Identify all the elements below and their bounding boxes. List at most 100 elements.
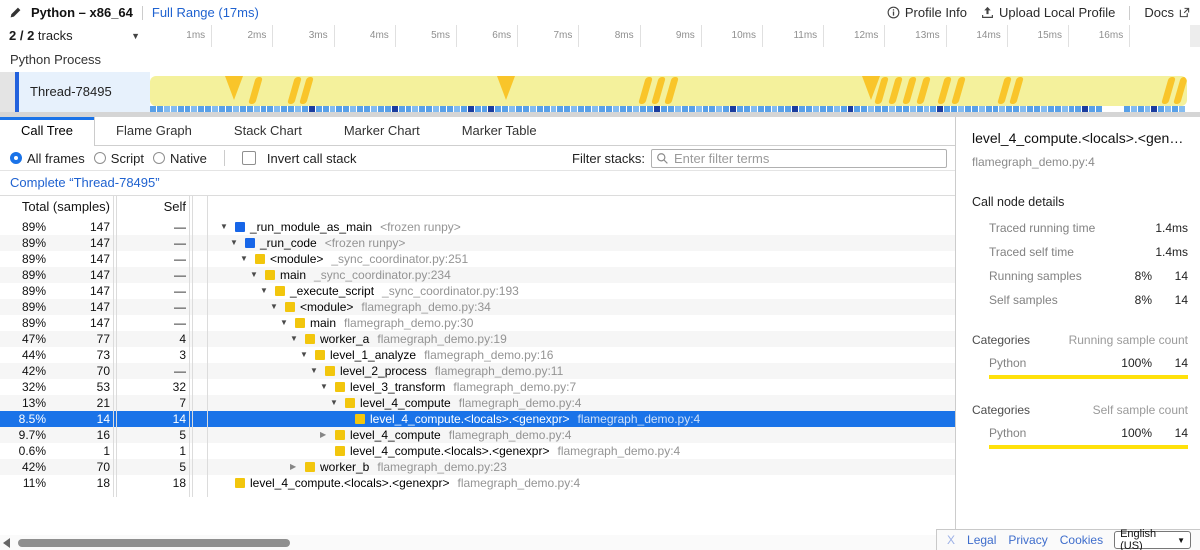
expander-open-icon[interactable]: ▼ xyxy=(220,219,235,235)
full-range-link[interactable]: Full Range (17ms) xyxy=(152,5,259,20)
category-python-icon xyxy=(335,430,345,440)
ruler-tick-label: 5ms xyxy=(150,25,450,47)
call-tree-row[interactable]: 42%70—▼level_2_processflamegraph_demo.py… xyxy=(0,363,955,379)
category-python-icon xyxy=(335,446,345,456)
tab-flame-graph[interactable]: Flame Graph xyxy=(95,117,213,145)
marker-slash-icon[interactable] xyxy=(651,77,666,104)
tab-marker-table[interactable]: Marker Table xyxy=(441,117,558,145)
call-tree-row[interactable]: 89%147—▼mainflamegraph_demo.py:30 xyxy=(0,315,955,331)
column-header-total[interactable]: Total (samples) xyxy=(0,196,110,218)
marker-slash-icon[interactable] xyxy=(916,77,931,104)
tracks-dropdown[interactable]: 2 / 2 tracks ▼ xyxy=(0,25,150,47)
ruler-tick-label: 16ms xyxy=(150,25,1123,47)
footer-link-legal[interactable]: Legal xyxy=(967,533,996,547)
call-tree-row[interactable]: 44%733▼level_1_analyzeflamegraph_demo.py… xyxy=(0,347,955,363)
expander-open-icon[interactable]: ▼ xyxy=(260,283,275,299)
marker-slash-icon[interactable] xyxy=(888,77,903,104)
thread-track: Thread-78495 xyxy=(0,72,1200,117)
chevron-down-icon: ▼ xyxy=(131,25,140,47)
tab-stack-chart[interactable]: Stack Chart xyxy=(213,117,323,145)
panel-tabbar: Call TreeFlame GraphStack ChartMarker Ch… xyxy=(0,117,955,146)
radio-label[interactable]: All frames xyxy=(27,151,85,166)
scroll-left-arrow-icon[interactable] xyxy=(3,538,10,548)
edit-pencil-icon[interactable] xyxy=(9,6,22,19)
sidebar-detail-row: Traced running time1.4ms xyxy=(989,219,1188,237)
radio-label[interactable]: Native xyxy=(170,151,207,166)
marker-slash-icon[interactable] xyxy=(1173,77,1187,104)
footer-link-cookies[interactable]: Cookies xyxy=(1060,533,1103,547)
chevron-down-icon: ▼ xyxy=(1177,536,1185,545)
invert-call-stack-label[interactable]: Invert call stack xyxy=(267,151,357,166)
thread-track-label[interactable]: Thread-78495 xyxy=(19,72,150,112)
expander-open-icon[interactable]: ▼ xyxy=(290,331,305,347)
call-tree-row[interactable]: 89%147—▼main_sync_coordinator.py:234 xyxy=(0,267,955,283)
filter-stacks-label: Filter stacks: xyxy=(572,151,645,166)
expander-open-icon[interactable]: ▼ xyxy=(300,347,315,363)
marker-slash-icon[interactable] xyxy=(902,77,917,104)
timeline-ruler[interactable]: 1ms2ms3ms4ms5ms6ms7ms8ms9ms10ms11ms12ms1… xyxy=(150,25,1190,47)
expander-open-icon[interactable]: ▼ xyxy=(250,267,265,283)
call-node-sidebar: level_4_compute.<locals>.<genexpr> flame… xyxy=(955,117,1200,550)
expander-open-icon[interactable]: ▼ xyxy=(280,315,295,331)
category-python-icon xyxy=(315,350,325,360)
thread-activity-graph[interactable] xyxy=(150,72,1190,112)
expander-open-icon[interactable]: ▼ xyxy=(240,251,255,267)
radio-label[interactable]: Script xyxy=(111,151,144,166)
divider xyxy=(1129,6,1130,20)
upload-profile-button[interactable]: Upload Local Profile xyxy=(981,5,1115,20)
call-tree-row[interactable]: 42%705▶worker_bflamegraph_demo.py:23 xyxy=(0,459,955,475)
column-header-self[interactable]: Self xyxy=(117,196,186,218)
call-tree-row[interactable]: 11%1818level_4_compute.<locals>.<genexpr… xyxy=(0,475,955,491)
marker-slash-icon[interactable] xyxy=(299,77,314,104)
breadcrumb: Complete “Thread-78495” xyxy=(0,171,955,196)
tab-call-tree[interactable]: Call Tree xyxy=(0,117,95,146)
expander-open-icon[interactable]: ▼ xyxy=(310,363,325,379)
breadcrumb-link[interactable]: Complete “Thread-78495” xyxy=(0,175,160,190)
call-tree-row[interactable]: 0.6%11level_4_compute.<locals>.<genexpr>… xyxy=(0,443,955,459)
expander-open-icon[interactable]: ▼ xyxy=(230,235,245,251)
docs-link[interactable]: Docs xyxy=(1144,5,1190,20)
info-icon xyxy=(887,6,900,19)
ruler-tick-label: 13ms xyxy=(150,25,940,47)
call-tree-row[interactable]: 13%217▼level_4_computeflamegraph_demo.py… xyxy=(0,395,955,411)
expander-closed-icon[interactable]: ▶ xyxy=(290,459,305,475)
call-tree-row[interactable]: 47%774▼worker_aflamegraph_demo.py:19 xyxy=(0,331,955,347)
call-tree-row[interactable]: 9.7%165▶level_4_computeflamegraph_demo.p… xyxy=(0,427,955,443)
invert-call-stack-checkbox[interactable] xyxy=(242,151,256,165)
profile-info-button[interactable]: Profile Info xyxy=(887,5,967,20)
radio-script[interactable] xyxy=(94,152,106,164)
call-tree-row[interactable]: 89%147—▼_run_module_as_main<frozen runpy… xyxy=(0,219,955,235)
footer-link-privacy[interactable]: Privacy xyxy=(1008,533,1047,547)
radio-native[interactable] xyxy=(153,152,165,164)
marker-triangle-icon[interactable] xyxy=(497,76,515,100)
filter-stacks-input[interactable] xyxy=(651,149,947,168)
call-tree-row[interactable]: 89%147—▼_run_code<frozen runpy> xyxy=(0,235,955,251)
radio-all-frames[interactable] xyxy=(10,152,22,164)
call-tree-row[interactable]: 89%147—▼<module>_sync_coordinator.py:251 xyxy=(0,251,955,267)
expander-open-icon[interactable]: ▼ xyxy=(270,299,285,315)
call-tree-row[interactable]: 89%147—▼<module>flamegraph_demo.py:34 xyxy=(0,299,955,315)
process-track[interactable]: Python Process xyxy=(0,47,1200,73)
scrollbar-thumb[interactable] xyxy=(18,539,290,547)
marker-slash-icon[interactable] xyxy=(951,77,966,104)
call-tree-row[interactable]: 32%5332▼level_3_transformflamegraph_demo… xyxy=(0,379,955,395)
language-select[interactable]: English (US) ▼ xyxy=(1114,531,1191,549)
footer-link-x[interactable]: X xyxy=(947,533,955,547)
call-tree-row[interactable]: 89%147—▼_execute_script_sync_coordinator… xyxy=(0,283,955,299)
profile-name[interactable]: Python – x86_64 xyxy=(31,5,133,20)
marker-triangle-icon[interactable] xyxy=(225,76,243,100)
marker-slash-icon[interactable] xyxy=(1009,77,1024,104)
marker-slash-icon[interactable] xyxy=(248,77,263,104)
horizontal-scrollbar[interactable] xyxy=(0,535,940,550)
marker-slash-icon[interactable] xyxy=(937,77,952,104)
marker-slash-icon[interactable] xyxy=(638,77,653,104)
call-tree-row[interactable]: 8.5%1414level_4_compute.<locals>.<genexp… xyxy=(0,411,955,427)
search-icon xyxy=(656,152,669,165)
ruler-tick-label: 9ms xyxy=(150,25,695,47)
expander-open-icon[interactable]: ▼ xyxy=(320,379,335,395)
tab-marker-chart[interactable]: Marker Chart xyxy=(323,117,441,145)
ruler-tick-label: 4ms xyxy=(150,25,389,47)
marker-slash-icon[interactable] xyxy=(664,77,679,104)
expander-closed-icon[interactable]: ▶ xyxy=(320,427,335,443)
expander-open-icon[interactable]: ▼ xyxy=(330,395,345,411)
